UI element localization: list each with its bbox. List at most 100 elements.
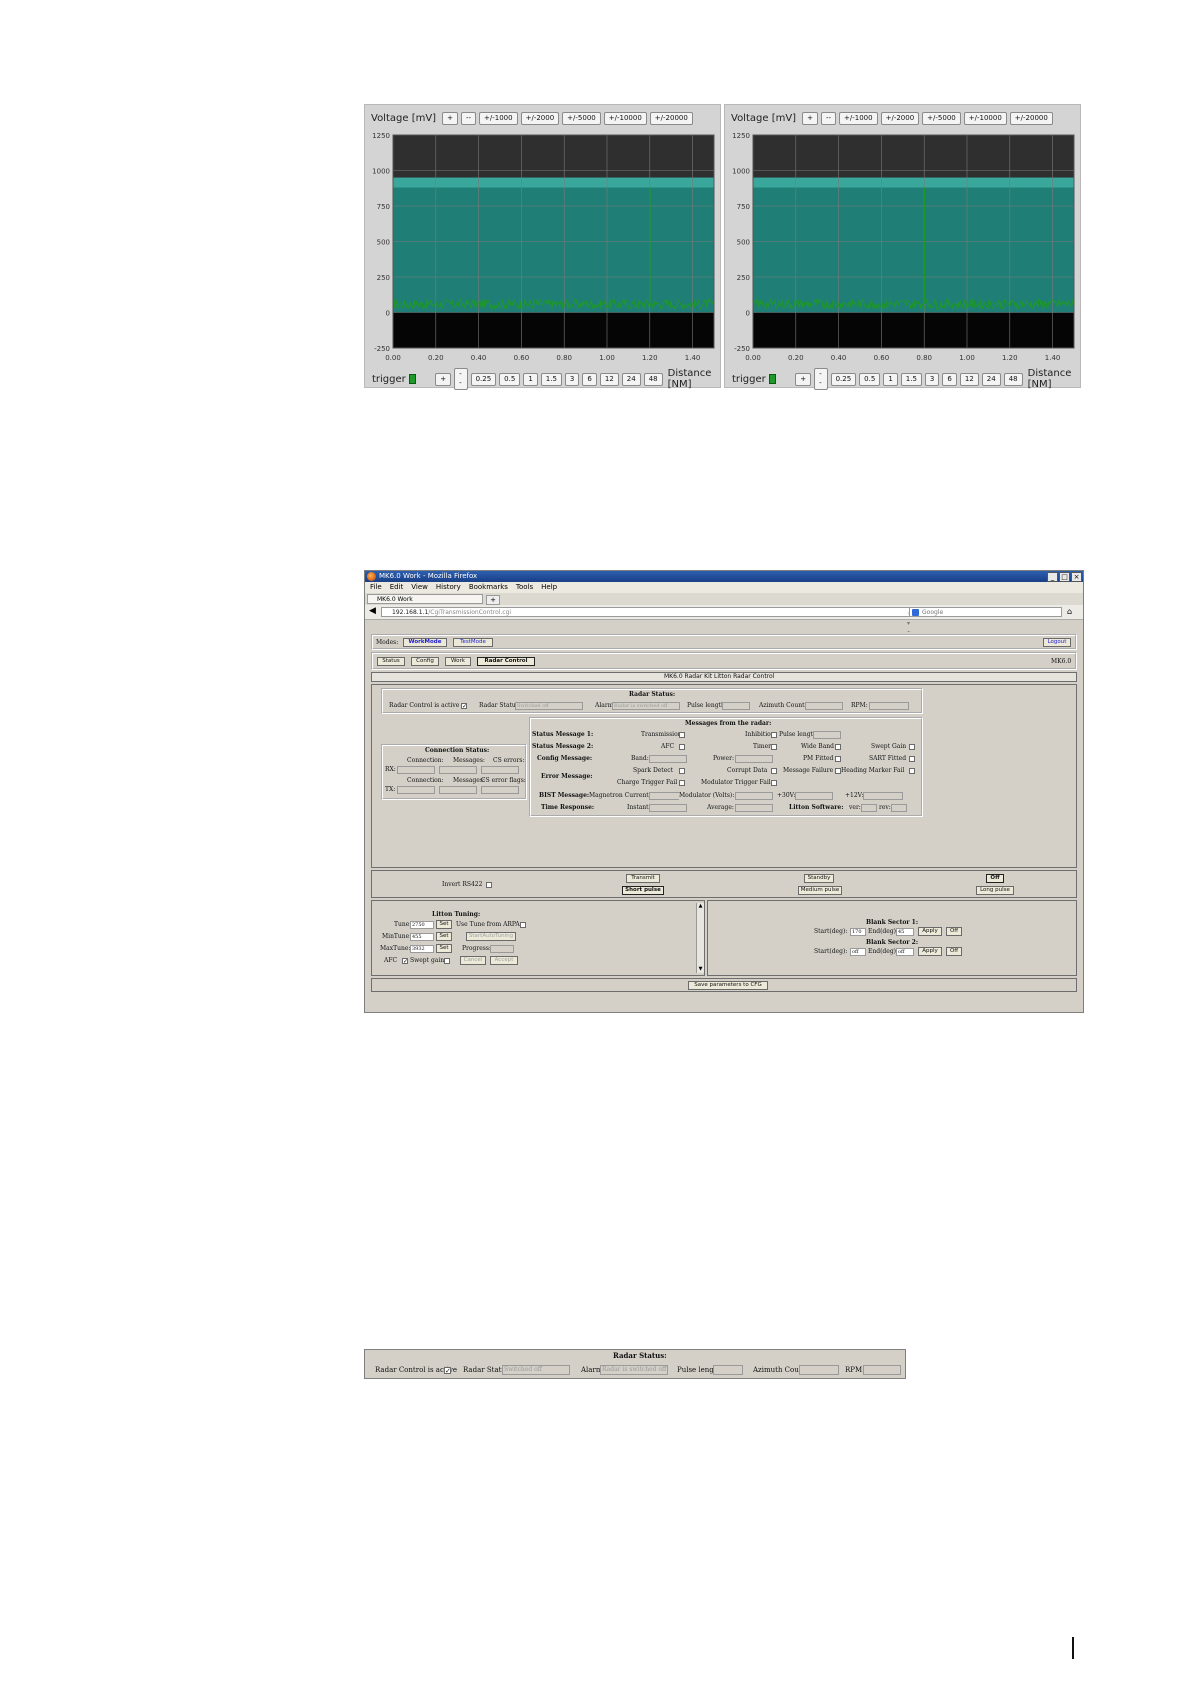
nav-radar-control[interactable]: Radar Control xyxy=(477,657,535,666)
radar-control-active-checkbox[interactable]: ✓ xyxy=(461,703,467,710)
start-auto-tuning-button[interactable]: StartAutoTuning xyxy=(466,932,516,941)
voltage-2000-button[interactable]: +/-2000 xyxy=(880,111,920,125)
pm-fitted-checkbox[interactable] xyxy=(835,756,841,762)
voltage-20000-button[interactable]: +/-20000 xyxy=(1009,111,1053,125)
modulator-volts-field[interactable] xyxy=(735,792,773,800)
new-tab-button[interactable]: + xyxy=(486,595,500,605)
max-tune-input[interactable]: 3932 xyxy=(410,945,434,953)
wide-band-checkbox[interactable] xyxy=(835,744,841,750)
strip-control-active-checkbox[interactable]: ✓ xyxy=(444,1367,451,1375)
voltage-5000-button[interactable]: +/-5000 xyxy=(562,111,601,125)
distance-05-button[interactable]: 0.5 xyxy=(859,372,881,386)
voltage-2000-button[interactable]: +/-2000 xyxy=(520,111,560,125)
scroll-down-icon[interactable]: ▼ xyxy=(697,966,704,973)
distance-plus-button[interactable]: + xyxy=(795,372,812,386)
scroll-up-icon[interactable]: ▲ xyxy=(697,903,704,910)
min-tune-input[interactable]: 455 xyxy=(410,933,434,941)
max-tune-set-button[interactable]: Set xyxy=(436,944,452,953)
standby-button[interactable]: Standby xyxy=(804,874,834,883)
voltage-minus-button[interactable]: -- xyxy=(460,111,477,125)
distance-24-button[interactable]: 24 xyxy=(621,372,641,386)
cancel-button[interactable]: Cancel xyxy=(460,956,486,965)
accept-button[interactable]: Accept xyxy=(490,956,518,965)
sector2-start-input[interactable]: off xyxy=(850,948,866,956)
distance-12-button[interactable]: 12 xyxy=(599,372,619,386)
azimuth-count-field[interactable] xyxy=(805,702,843,710)
tune-input[interactable]: 2750 xyxy=(410,921,434,929)
voltage-10000-button[interactable]: +/-10000 xyxy=(603,111,647,125)
voltage-1000-button[interactable]: +/-1000 xyxy=(839,111,878,125)
band-field[interactable] xyxy=(649,755,687,763)
long-pulse-button[interactable]: Long pulse xyxy=(976,886,1014,895)
minimize-icon[interactable]: _ xyxy=(1047,572,1058,582)
voltage-5000-button[interactable]: +/-5000 xyxy=(922,111,961,125)
distance-minus-button[interactable]: -- xyxy=(454,368,468,390)
distance-15-button[interactable]: 1.5 xyxy=(900,372,922,386)
sector2-apply-button[interactable]: Apply xyxy=(918,947,942,956)
rx-messages-field[interactable] xyxy=(439,766,477,774)
sector1-end-input[interactable]: 45 xyxy=(896,928,914,936)
sector1-off-button[interactable]: Off xyxy=(946,927,962,936)
distance-1-button[interactable]: 1 xyxy=(883,372,898,386)
back-arrow-icon[interactable]: ◀ xyxy=(369,607,376,616)
sart-fitted-checkbox[interactable] xyxy=(909,756,915,762)
invert-rs422-checkbox[interactable] xyxy=(486,882,492,888)
distance-48-button[interactable]: 48 xyxy=(643,372,663,386)
instant-field[interactable] xyxy=(649,804,687,812)
spark-detect-checkbox[interactable] xyxy=(679,768,685,774)
tune-set-button[interactable]: Set xyxy=(436,920,452,929)
strip-rpm-field[interactable] xyxy=(863,1365,901,1375)
voltage-minus-button[interactable]: -- xyxy=(820,111,837,125)
menu-help[interactable]: Help xyxy=(541,582,557,593)
voltage-20000-button[interactable]: +/-20000 xyxy=(649,111,693,125)
voltage-plus-button[interactable]: + xyxy=(802,111,818,125)
distance-15-button[interactable]: 1.5 xyxy=(540,372,562,386)
distance-1-button[interactable]: 1 xyxy=(523,372,538,386)
tuning-scrollbar[interactable]: ▲ ▼ xyxy=(696,903,704,973)
charge-trigger-fail-checkbox[interactable] xyxy=(679,780,685,786)
radar-status-field[interactable]: Switched off xyxy=(515,702,583,710)
close-icon[interactable]: × xyxy=(1071,572,1082,582)
power-field[interactable] xyxy=(735,755,773,763)
trigger-indicator[interactable] xyxy=(408,374,417,384)
nav-config[interactable]: Config xyxy=(411,657,439,666)
min-tune-set-button[interactable]: Set xyxy=(436,932,452,941)
off-button[interactable]: Off xyxy=(986,874,1004,883)
short-pulse-button[interactable]: Short pulse xyxy=(622,886,664,895)
transmission-checkbox[interactable] xyxy=(679,732,685,738)
ver-field[interactable] xyxy=(861,804,877,812)
menu-view[interactable]: View xyxy=(411,582,428,593)
distance-24-button[interactable]: 24 xyxy=(981,372,1001,386)
distance-025-button[interactable]: 0.25 xyxy=(470,372,497,386)
v12-field[interactable] xyxy=(863,792,903,800)
voltage-1000-button[interactable]: +/-1000 xyxy=(479,111,518,125)
strip-azimuth-field[interactable] xyxy=(799,1365,839,1375)
distance-48-button[interactable]: 48 xyxy=(1003,372,1023,386)
trigger-indicator[interactable] xyxy=(768,374,777,384)
transmit-button[interactable]: Transmit xyxy=(626,874,660,883)
tx-connection-field[interactable] xyxy=(397,786,435,794)
voltage-plus-button[interactable]: + xyxy=(442,111,458,125)
corrupt-data-checkbox[interactable] xyxy=(771,768,777,774)
distance-025-button[interactable]: 0.25 xyxy=(830,372,857,386)
tx-messages-field[interactable] xyxy=(439,786,477,794)
rpm-field[interactable] xyxy=(869,702,909,710)
home-icon[interactable]: ⌂ xyxy=(1067,607,1072,616)
timer-checkbox[interactable] xyxy=(771,744,777,750)
pulse-length-field[interactable] xyxy=(722,702,750,710)
distance-3-button[interactable]: 3 xyxy=(924,372,940,386)
menu-file[interactable]: File xyxy=(370,582,382,593)
average-field[interactable] xyxy=(735,804,773,812)
rev-field[interactable] xyxy=(891,804,907,812)
distance-12-button[interactable]: 12 xyxy=(959,372,979,386)
strip-alarm-field[interactable]: Radar is switched off xyxy=(600,1365,668,1375)
afc-checkbox[interactable] xyxy=(679,744,685,750)
nav-status[interactable]: Status xyxy=(377,657,405,666)
menu-history[interactable]: History xyxy=(436,582,461,593)
strip-pulse-length-field[interactable] xyxy=(713,1365,743,1375)
logout-button[interactable]: Logout xyxy=(1043,638,1071,647)
distance-6-button[interactable]: 6 xyxy=(582,372,597,386)
msg-pulse-length-field[interactable] xyxy=(813,731,841,739)
rx-cs-errors-field[interactable] xyxy=(481,766,519,774)
sector2-end-input[interactable]: off xyxy=(896,948,914,956)
